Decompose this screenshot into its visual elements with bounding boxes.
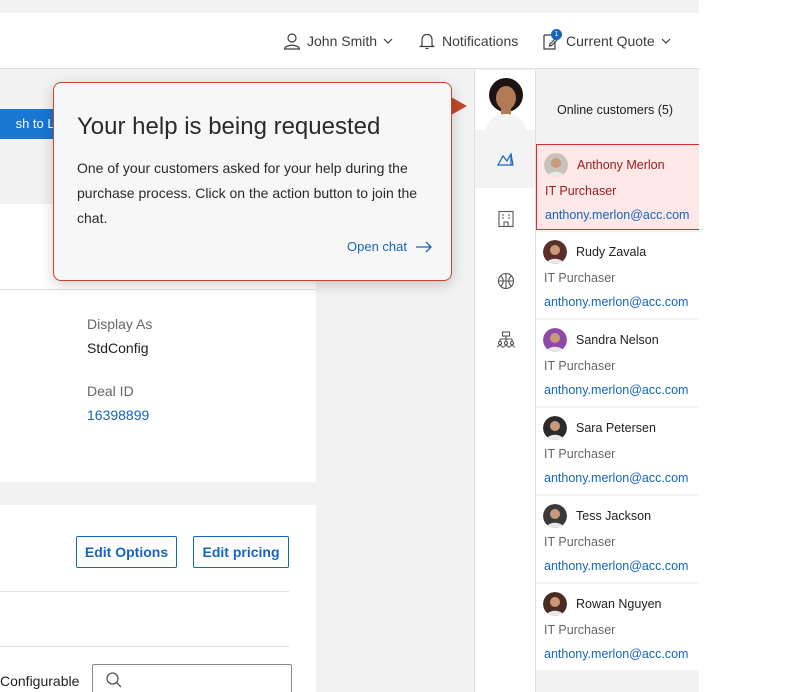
agent-portrait-icon — [486, 78, 526, 130]
customer-name: Rudy Zavala — [576, 245, 647, 259]
analytics-icon[interactable] — [496, 150, 516, 170]
configurable-label: Configurable — [0, 673, 80, 689]
divider — [0, 646, 289, 647]
customer-email[interactable]: anthony.merlon@acc.com — [544, 471, 688, 485]
customer-avatar — [543, 240, 567, 264]
notifications-label: Notifications — [442, 33, 519, 49]
quote-icon-wrap: 1 — [542, 29, 562, 51]
edit-options-button[interactable]: Edit Options — [76, 536, 177, 568]
customer-avatar — [543, 416, 567, 440]
deal-id-link[interactable]: 16398899 — [87, 407, 149, 423]
customer-card[interactable]: Sandra Nelson IT Purchaser anthony.merlon@… — [536, 320, 699, 406]
user-menu[interactable]: John Smith — [283, 13, 393, 69]
search-icon — [106, 672, 122, 688]
current-quote-label: Current Quote — [566, 33, 655, 49]
divider — [0, 289, 316, 290]
customer-avatar — [543, 504, 567, 528]
search-input[interactable] — [92, 664, 292, 692]
customer-role: IT Purchaser — [544, 359, 616, 373]
popover-pointer — [451, 97, 467, 115]
online-customers-panel: Online customers (5) Anthony Merlon IT Pu… — [535, 70, 699, 692]
basketball-icon[interactable] — [496, 271, 516, 291]
customer-email[interactable]: anthony.merlon@acc.com — [545, 208, 689, 222]
bell-icon — [419, 33, 435, 50]
customer-email[interactable]: anthony.merlon@acc.com — [544, 647, 688, 661]
deal-id-label: Deal ID — [87, 383, 134, 399]
sales-tools-rail — [474, 70, 536, 692]
user-icon — [283, 33, 301, 50]
divider — [0, 591, 289, 592]
configuration-card: Edit Options Edit pricing Configurable — [0, 505, 316, 692]
app-window: John Smith Notifications 1 Current Quote… — [0, 0, 699, 692]
display-as-label: Display As — [87, 316, 153, 332]
customer-card[interactable]: Tess Jackson IT Purchaser anthony.merlon@a… — [536, 496, 699, 582]
customer-role: IT Purchaser — [544, 447, 616, 461]
open-chat-button[interactable]: Open chat — [347, 239, 433, 254]
agent-avatar[interactable] — [482, 76, 530, 130]
customer-name: Anthony Merlon — [577, 158, 665, 172]
display-as-value: StdConfig — [87, 340, 149, 356]
customer-card[interactable]: Anthony Merlon IT Purchaser anthony.merlon… — [536, 144, 699, 230]
popover-title: Your help is being requested — [77, 113, 381, 140]
chevron-down-icon — [383, 38, 393, 44]
edit-pricing-button[interactable]: Edit pricing — [193, 536, 289, 568]
customer-role: IT Purchaser — [544, 535, 616, 549]
quote-count-badge: 1 — [551, 29, 562, 40]
notifications-button[interactable]: Notifications — [418, 13, 518, 69]
online-customers-title: Online customers (5) — [557, 103, 674, 117]
background-margin — [699, 0, 803, 692]
customer-avatar — [543, 328, 567, 352]
customer-role: IT Purchaser — [544, 271, 616, 285]
customer-email[interactable]: anthony.merlon@acc.com — [544, 383, 688, 397]
customer-role: IT Purchaser — [544, 623, 616, 637]
customer-email[interactable]: anthony.merlon@acc.com — [544, 295, 688, 309]
customer-name: Tess Jackson — [576, 509, 652, 523]
customer-avatar — [543, 592, 567, 616]
building-icon[interactable] — [496, 209, 516, 229]
help-request-popover: Your help is being requested One of your… — [53, 82, 452, 281]
arrow-right-icon — [416, 241, 432, 252]
customer-role: IT Purchaser — [545, 184, 617, 198]
customer-card[interactable]: Rudy Zavala IT Purchaser anthony.merlon@ac… — [536, 232, 699, 318]
open-chat-label: Open chat — [347, 239, 407, 254]
customer-name: Sara Petersen — [576, 421, 656, 435]
customer-card[interactable]: Rowan Nguyen IT Purchaser anthony.merlon@a… — [536, 584, 699, 670]
popover-body: One of your customers asked for your hel… — [77, 160, 418, 226]
top-navigation-bar: John Smith Notifications 1 Current Quote — [0, 13, 699, 69]
customer-name: Rowan Nguyen — [576, 597, 662, 611]
customer-card[interactable]: Sara Petersen IT Purchaser anthony.merlon@… — [536, 408, 699, 494]
chevron-down-icon — [661, 38, 671, 44]
current-quote-menu[interactable]: 1 Current Quote — [542, 13, 671, 69]
user-name: John Smith — [307, 33, 378, 49]
customer-email[interactable]: anthony.merlon@acc.com — [544, 559, 688, 573]
customer-name: Sandra Nelson — [576, 333, 659, 347]
org-chart-icon[interactable] — [496, 330, 516, 350]
customer-avatar — [544, 153, 568, 177]
